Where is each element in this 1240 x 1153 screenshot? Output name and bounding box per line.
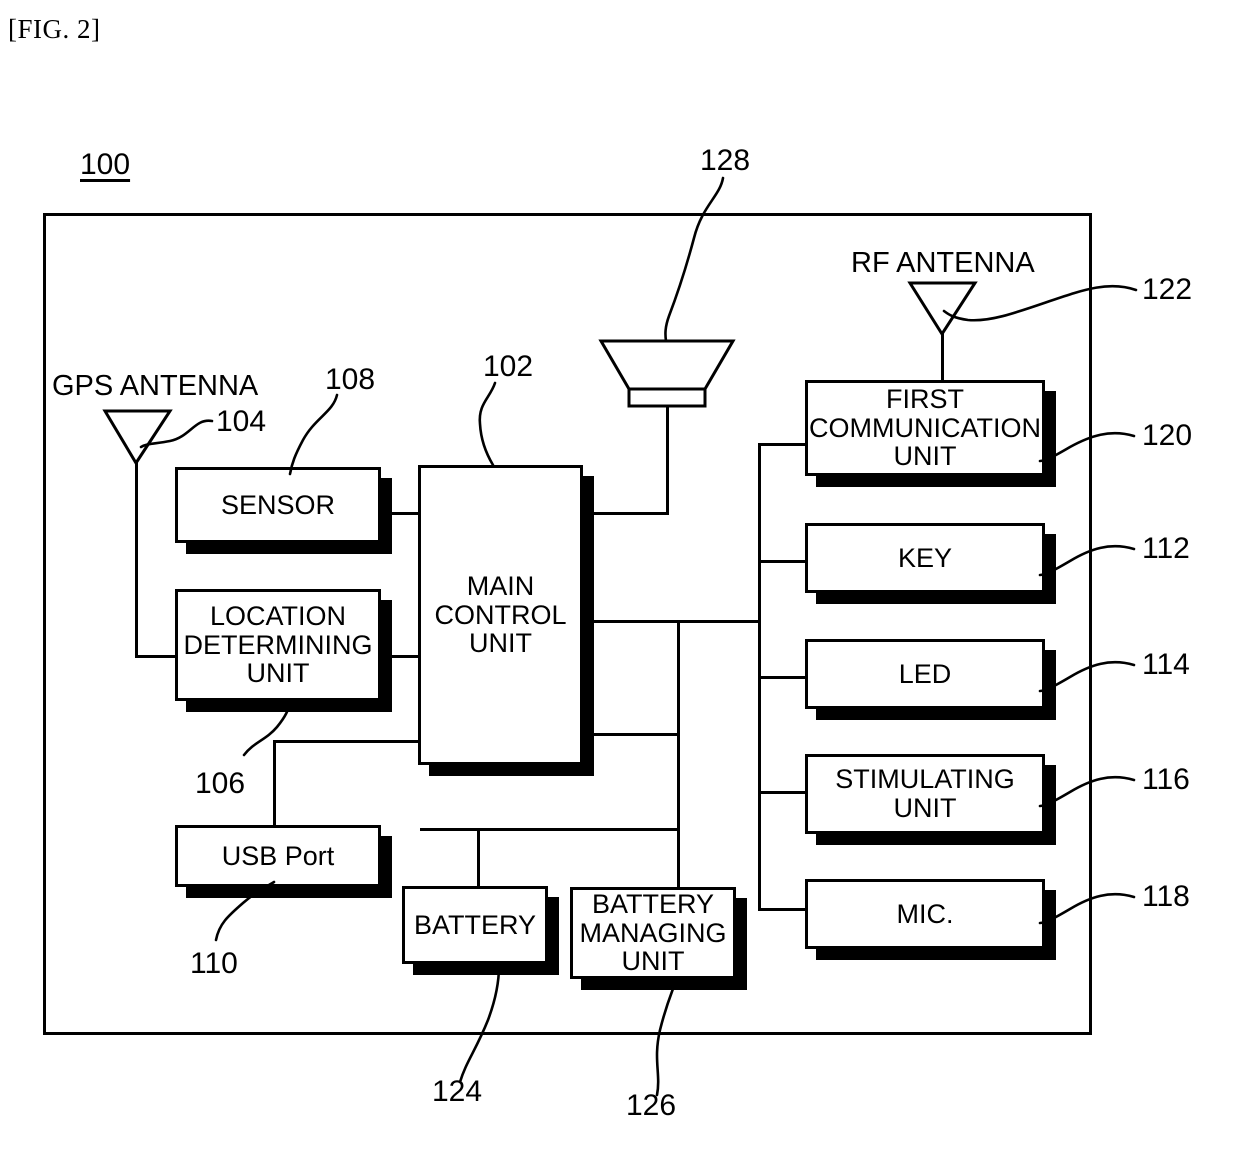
- line-speaker-stem: [666, 405, 669, 515]
- line-bmu-branch-vertical: [677, 620, 680, 887]
- block-main-control-unit[interactable]: MAIN CONTROL UNIT: [418, 465, 583, 765]
- block-first-communication-unit[interactable]: FIRST COMMUNICATION UNIT: [805, 380, 1045, 476]
- line-battery-stem: [477, 828, 480, 888]
- ref-128-speaker: 128: [700, 144, 751, 177]
- battery-label: BATTERY: [413, 909, 537, 940]
- block-usb-port[interactable]: USB Port: [175, 825, 381, 887]
- ref-120-first-communication-unit: 120: [1142, 419, 1193, 452]
- line-bus-to-key: [758, 560, 808, 563]
- ref-108-sensor: 108: [325, 363, 376, 396]
- ref-104-gps-antenna: 104: [216, 405, 267, 438]
- gps-antenna-caption: GPS ANTENNA: [52, 370, 259, 402]
- key-label: KEY: [897, 542, 953, 573]
- block-location-determining-unit[interactable]: LOCATION DETERMINING UNIT: [175, 589, 381, 701]
- led-label: LED: [898, 658, 952, 689]
- ref-118-mic: 118: [1142, 880, 1190, 913]
- ref-100-system: 100: [80, 148, 131, 181]
- line-usb-port-stem: [273, 740, 276, 825]
- ref-116-stimulating-unit: 116: [1142, 763, 1190, 796]
- line-battery-feed-horizontal: [420, 828, 680, 831]
- line-usb-to-mcu: [273, 740, 420, 743]
- ref-122-rf-antenna: 122: [1142, 273, 1193, 306]
- mic-label: MIC.: [896, 898, 954, 929]
- battery-managing-unit-label: BATTERY MANAGING UNIT: [579, 889, 727, 977]
- ref-106-location-determining-unit: 106: [195, 767, 246, 800]
- line-bus-to-first-communication-unit: [758, 443, 808, 446]
- stimulating-unit-label: STIMULATING UNIT: [835, 764, 1015, 823]
- line-rf-antenna-stem: [941, 333, 944, 383]
- ref-112-key: 112: [1142, 532, 1190, 565]
- block-led[interactable]: LED: [805, 639, 1045, 709]
- block-mic[interactable]: MIC.: [805, 879, 1045, 949]
- line-speaker-to-mcu: [583, 512, 669, 515]
- line-mcu-to-peripheral-bus: [583, 620, 760, 623]
- first-communication-unit-label: FIRST COMMUNICATION UNIT: [809, 384, 1041, 472]
- figure-label: [FIG. 2]: [8, 14, 101, 44]
- location-determining-unit-label: LOCATION DETERMINING UNIT: [183, 601, 373, 689]
- line-bus-to-stimulating-unit: [758, 791, 808, 794]
- sensor-label: SENSOR: [220, 489, 336, 520]
- main-control-unit-label: MAIN CONTROL UNIT: [434, 571, 567, 659]
- usb-port-label: USB Port: [221, 840, 335, 871]
- line-mcu-lower-right-stub: [583, 733, 680, 736]
- ref-102-main-control-unit: 102: [483, 350, 534, 383]
- block-key[interactable]: KEY: [805, 523, 1045, 593]
- rf-antenna-caption: RF ANTENNA: [851, 247, 1035, 279]
- line-bus-to-mic: [758, 908, 808, 911]
- line-gps-antenna-stem: [135, 462, 138, 658]
- ref-114-led: 114: [1142, 648, 1190, 681]
- block-battery-managing-unit[interactable]: BATTERY MANAGING UNIT: [570, 887, 736, 979]
- line-gps-to-location-unit: [135, 655, 180, 658]
- block-sensor[interactable]: SENSOR: [175, 467, 381, 543]
- line-bus-to-led: [758, 676, 808, 679]
- ref-126-battery-managing-unit: 126: [626, 1089, 677, 1122]
- block-stimulating-unit[interactable]: STIMULATING UNIT: [805, 754, 1045, 834]
- ref-124-battery: 124: [432, 1075, 483, 1108]
- figure-canvas: [FIG. 2] 100 GPS ANTENNA RF ANTENNA SENS…: [0, 0, 1240, 1153]
- block-battery[interactable]: BATTERY: [402, 886, 548, 964]
- ref-110-usb-port: 110: [190, 947, 238, 980]
